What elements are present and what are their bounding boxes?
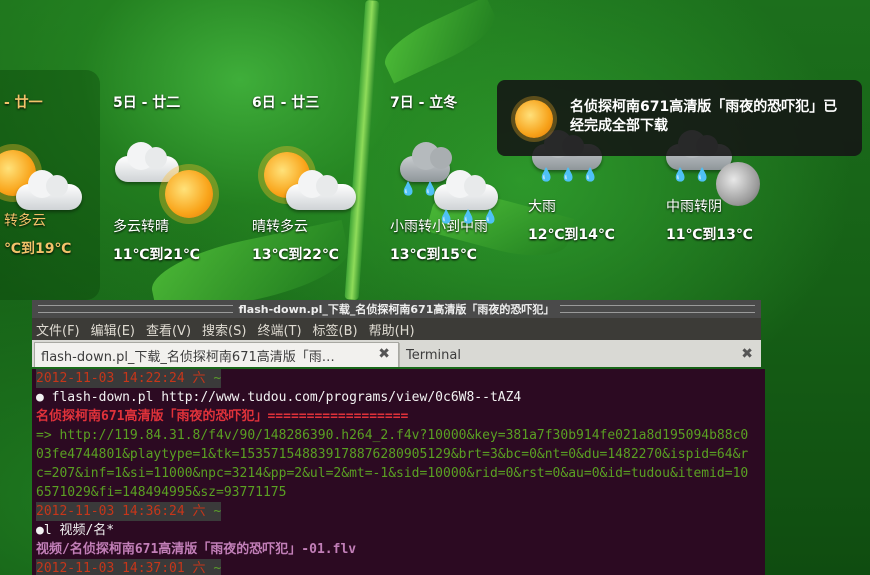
weather-temp: 13℃到15℃ [390,247,477,263]
menu-view[interactable]: 查看(V) [146,320,191,339]
weather-temp: 13℃到22℃ [252,247,339,263]
menu-bar: 文件(F) 编辑(E) 查看(V) 搜索(S) 终端(T) 标签(B) 帮助(H… [32,318,761,340]
weather-temp: 11℃到13℃ [666,227,753,243]
download-notification[interactable]: 名侦探柯南671高清版「雨夜的恐吓犯」已经完成全部下载 [497,80,862,156]
weather-date: 5日 - 廿二 [113,95,181,111]
prompt-timestamp: 2012-11-03 14:36:24 六 ~ [36,502,222,521]
prompt-timestamp: 2012-11-03 14:22:24 六 ~ [36,369,222,388]
video-title-line: 名侦探柯南671高清版「雨夜的恐吓犯」================== [36,409,409,424]
command-line: ●l 视频/名* [36,523,115,538]
prompt-timestamp: 2012-11-03 14:37:01 六 ~ [36,559,222,575]
file-listing: 视频/名侦探柯南671高清版「雨夜的恐吓犯」-01.flv [36,542,357,557]
close-icon[interactable]: ✖ [741,346,753,362]
tab-label: flash-down.pl_下载_名侦探柯南671高清版「雨… [41,349,335,365]
menu-edit[interactable]: 编辑(E) [91,320,135,339]
weather-date: 6日 - 廿三 [252,95,320,111]
menu-help[interactable]: 帮助(H) [369,320,415,339]
tab-flash-down[interactable]: flash-down.pl_下载_名侦探柯南671高清版「雨… ✖ [34,342,399,367]
download-url: => http://119.84.31.8/f4v/90/148286390.h… [36,428,749,500]
weather-temp: 11℃到21℃ [113,247,200,263]
cloudy-sunny-icon [113,112,243,232]
window-titlebar[interactable]: flash-down.pl_下载_名侦探柯南671高清版「雨夜的恐吓犯」 [32,300,761,318]
notification-text: 名侦探柯南671高清版「雨夜的恐吓犯」已经完成全部下载 [570,99,838,134]
tab-bar: flash-down.pl_下载_名侦探柯南671高清版「雨… ✖ Termin… [32,340,761,367]
window-title: flash-down.pl_下载_名侦探柯南671高清版「雨夜的恐吓犯」 [238,303,555,316]
weather-temp: 12℃到14℃ [528,227,615,243]
tab-terminal[interactable]: Terminal ✖ [399,343,761,367]
leaf-decoration [377,0,503,84]
close-icon[interactable]: ✖ [378,346,390,362]
tab-label: Terminal [406,347,461,363]
terminal-screen[interactable]: 2012-11-03 14:22:24 六 ~ ● flash-down.pl … [32,369,765,575]
menu-search[interactable]: 搜索(S) [202,320,246,339]
command-line: ● flash-down.pl http://www.tudou.com/pro… [36,390,522,405]
menu-file[interactable]: 文件(F) [36,320,80,339]
sun-icon [515,100,553,138]
partly-cloudy-icon [252,112,382,232]
weather-day: 5日 - 廿二 多云转晴 11℃到21℃ [113,92,243,264]
terminal-window: flash-down.pl_下载_名侦探柯南671高清版「雨夜的恐吓犯」 文件(… [32,300,765,575]
weather-day: 6日 - 廿三 晴转多云 13℃到22℃ [252,92,382,264]
menu-tabs[interactable]: 标签(B) [313,320,358,339]
menu-terminal[interactable]: 终端(T) [257,320,301,339]
